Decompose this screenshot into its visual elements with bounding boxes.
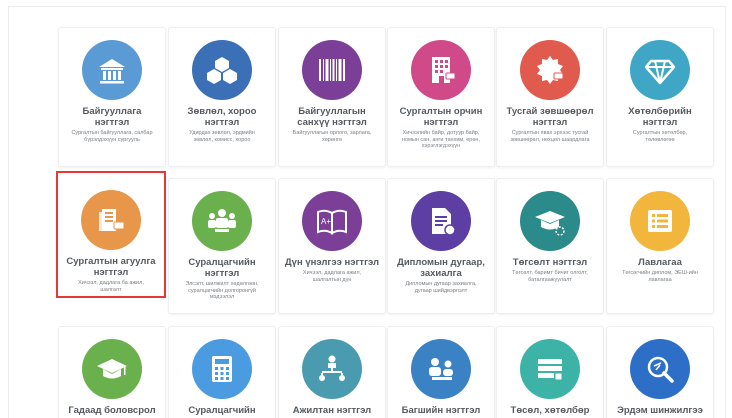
students-icon xyxy=(208,209,236,232)
module-title: Зөвлөл, хороо нэгтгэл xyxy=(187,106,257,128)
module-tile[interactable]: Суралцагчийн нэгтгэл Элсэлт, шилжилт хөдө… xyxy=(168,178,276,314)
module-title: Багшийн нэгтгэл xyxy=(401,405,481,416)
module-icon-circle xyxy=(192,191,252,251)
module-title: Төсөл, хөтөлбөр нэгтгэл xyxy=(510,405,590,418)
diamond-icon xyxy=(644,59,676,85)
module-title: Ажилтан нэгтгэл xyxy=(292,405,372,416)
module-description: Хичээлийн байр, дотуур байр, номын сан, … xyxy=(402,130,480,149)
module-title: Лавлагаа xyxy=(638,257,682,268)
module-description: Сургалтын хөтөлбөр, төлөвлөгөө xyxy=(632,130,688,143)
module-tile[interactable]: Байгууллагын санхүү нэгтгэл Байгууллагын … xyxy=(278,27,386,167)
module-icon-circle xyxy=(192,40,252,100)
research-icon xyxy=(647,356,674,383)
module-tile[interactable]: A+ Дүн үнэлгээ нэгтгэл Хичээл, дадлага ажи… xyxy=(278,178,386,314)
module-icon-circle xyxy=(82,40,142,100)
list-icon xyxy=(648,210,672,232)
open-book-icon: A+ xyxy=(317,209,347,235)
svg-text:A+: A+ xyxy=(321,217,331,226)
graduation-icon xyxy=(535,211,565,236)
module-description: Төгсөлт, баримт бичиг олголт, баталгаажу… xyxy=(512,270,588,283)
module-description: Элсэлт, шилжилт хөдөлгөөн, суралцагчийн … xyxy=(185,281,259,300)
module-tile[interactable]: Төгсөлт нэгтгэл Төгсөлт, баримт бичиг олг… xyxy=(496,178,604,314)
institution-icon xyxy=(99,59,125,84)
cubes-icon xyxy=(207,57,237,84)
graduation-cap-icon xyxy=(97,359,127,379)
module-icon-circle xyxy=(520,339,580,399)
module-title: Хөтөлбөрийн нэгтгэл xyxy=(628,106,692,128)
module-title: Төгсөлт нэгтгэл xyxy=(512,257,588,268)
module-tile[interactable]: Хөтөлбөрийн нэгтгэл Сургалтын хөтөлбөр, т… xyxy=(606,27,714,167)
module-tile[interactable]: Сургалтын агуулга нэгтгэл Хичээл, дадлага… xyxy=(56,171,166,298)
module-icon-circle xyxy=(81,190,141,250)
module-icon-circle xyxy=(82,339,142,399)
module-description: Сургалтын явах эрхээс тусгай зөвшөөрөл, … xyxy=(510,130,590,143)
module-title: Тусгай зөвшөөрөл нэгтгэл xyxy=(506,106,594,128)
module-icon-circle xyxy=(520,191,580,251)
module-tile[interactable]: Лавлагаа Төгсөгчийн диплом, ЭЕШ-ийн лавла… xyxy=(606,178,714,314)
module-title: Гадаад боловсрол нэгтгэл xyxy=(68,405,156,418)
barcode-icon xyxy=(319,59,345,81)
module-tile[interactable]: Тусгай зөвшөөрөл нэгтгэл Сургалтын явах э… xyxy=(496,27,604,167)
module-title: Байгууллагын санхүү нэгтгэл xyxy=(297,106,367,128)
module-title: Суралцагчийн санхүү нэгтгэл xyxy=(187,405,257,418)
module-tile[interactable]: Зөвлөл, хороо нэгтгэл Удирдах зөвлөл, эрд… xyxy=(168,27,276,167)
module-icon-circle xyxy=(302,40,362,100)
teachers-icon xyxy=(429,358,453,380)
module-title: Сургалтын орчин нэгтгэл xyxy=(399,106,483,128)
module-description: Удирдах зөвлөл, эрдмийн зөвлөл, комисс, … xyxy=(189,130,255,143)
module-tile[interactable]: Гадаад боловсрол нэгтгэл xyxy=(58,326,166,418)
module-icon-circle xyxy=(411,339,471,399)
calculator-icon xyxy=(212,356,232,382)
module-title: Байгууллага нэгтгэл xyxy=(82,106,142,128)
module-title: Дипломын дугаар, захиалга xyxy=(397,257,485,279)
module-tile[interactable]: Дипломын дугаар, захиалга Дипломын дугаар… xyxy=(387,178,495,314)
module-icon-circle: A+ xyxy=(302,191,362,251)
module-tile[interactable]: Сургалтын орчин нэгтгэл Хичээлийн байр, д… xyxy=(387,27,495,167)
module-grid: Байгууллага нэгтгэл Сургалтын байгууллага… xyxy=(0,0,732,418)
module-tile[interactable]: Төсөл, хөтөлбөр нэгтгэл xyxy=(496,326,604,418)
module-title: Эрдэм шинжилгээ нэгтгэл xyxy=(617,405,703,418)
book-icon xyxy=(99,209,125,231)
module-description: Дипломын дугаар захиалга, дугаар шийдвэр… xyxy=(405,281,477,294)
module-icon-circle xyxy=(302,339,362,399)
module-icon-circle xyxy=(630,191,690,251)
module-icon-circle xyxy=(520,40,580,100)
project-icon xyxy=(538,359,563,381)
module-icon-circle xyxy=(411,191,471,251)
module-icon-circle xyxy=(192,339,252,399)
module-description: Хичээл, дадлага ажил, шалгалтын дүн xyxy=(302,270,362,283)
building-icon xyxy=(432,57,456,83)
module-title: Сургалтын агуулга нэгтгэл xyxy=(66,256,156,278)
module-description: Хичээл, дадлага ба ажил, шалгалт xyxy=(78,280,144,293)
module-icon-circle xyxy=(411,40,471,100)
module-icon-circle xyxy=(630,40,690,100)
org-chart-icon xyxy=(319,355,345,381)
module-description: Байгууллагын орлого, зарлага, хөрөнгө xyxy=(292,130,372,143)
certificate-icon xyxy=(537,56,564,84)
module-tile[interactable]: Суралцагчийн санхүү нэгтгэл xyxy=(168,326,276,418)
module-tile[interactable]: Ажилтан нэгтгэл xyxy=(278,326,386,418)
module-title: Суралцагчийн нэгтгэл xyxy=(188,257,256,279)
document-icon xyxy=(432,208,456,236)
module-description: Сургалтын байгууллага, салбар бүрэлдэхүү… xyxy=(71,130,153,143)
module-tile[interactable]: Байгууллага нэгтгэл Сургалтын байгууллага… xyxy=(58,27,166,167)
module-tile[interactable]: Эрдэм шинжилгээ нэгтгэл xyxy=(606,326,714,418)
module-tile[interactable]: Багшийн нэгтгэл xyxy=(387,326,495,418)
module-description: Төгсөгчийн диплом, ЭЕШ-ийн лавлагаа xyxy=(622,270,698,283)
module-icon-circle xyxy=(630,339,690,399)
module-title: Дүн үнэлгээ нэгтгэл xyxy=(284,257,380,268)
